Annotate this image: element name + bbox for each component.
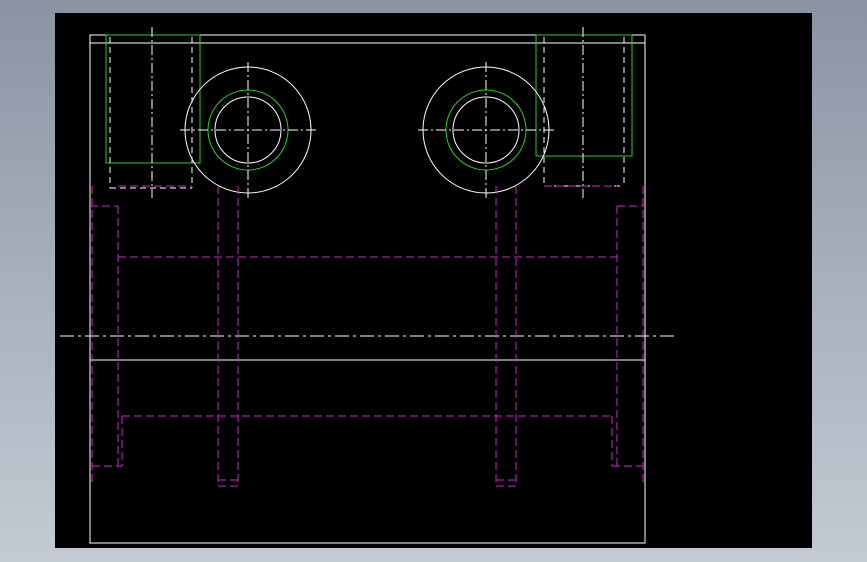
pocket-right [535,27,633,198]
cad-drawing [60,27,675,544]
pocket-right-outline [535,34,633,157]
counterbore-hole-right [418,62,554,198]
outer-rectangle [89,34,646,544]
pocket-left-outline [105,34,201,164]
pocket-left [105,27,201,198]
part-outline [89,34,646,544]
